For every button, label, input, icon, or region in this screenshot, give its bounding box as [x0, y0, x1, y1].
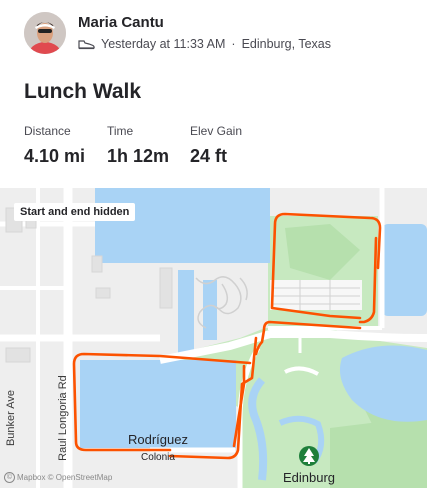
stat-time: Time 1h 12m: [107, 124, 169, 167]
edinburg-marker-icon: [299, 446, 319, 466]
stat-label: Time: [107, 124, 134, 138]
place-label-edinburg: Edinburg: [283, 470, 335, 485]
street-label-bunker: Bunker Ave: [5, 390, 17, 446]
stat-value: 1h 12m: [107, 146, 170, 166]
activity-header: Maria Cantu Yesterday at 11:33 AM · Edin…: [0, 0, 427, 66]
athlete-name[interactable]: Maria Cantu: [78, 14, 164, 31]
shoe-icon: [78, 38, 95, 50]
activity-location: Edinburg, Texas: [241, 37, 331, 51]
street-label-raul-longoria: Raul Longoria Rd: [57, 375, 69, 461]
route-map[interactable]: Bunker Ave Raul Longoria Rd Rodríguez Co…: [0, 188, 427, 488]
start-end-hidden-badge: Start and end hidden: [14, 203, 136, 221]
stat-value: 24 ft: [190, 146, 228, 166]
attribution-text: Mapbox © OpenStreetMap: [17, 473, 113, 482]
stat-label: Distance: [24, 124, 71, 138]
activity-title: Lunch Walk: [24, 80, 142, 103]
stat-distance: Distance 4.10 mi: [24, 124, 85, 167]
avatar-image: [24, 12, 66, 54]
water-area: [382, 224, 427, 316]
stat-value: 4.10 mi: [24, 146, 86, 166]
water-area: [95, 188, 270, 263]
athlete-avatar[interactable]: [24, 12, 66, 54]
map-attribution[interactable]: © Mapbox © OpenStreetMap: [4, 472, 112, 483]
activity-time: Yesterday at 11:33 AM: [101, 37, 226, 51]
place-label-rodriguez: Rodríguez: [128, 432, 188, 447]
place-label-colonia: Colonia: [141, 452, 175, 463]
activity-meta: Yesterday at 11:33 AM · Edinburg, Texas: [78, 37, 331, 51]
stat-elevation: Elev Gain 24 ft: [190, 124, 242, 167]
stat-label: Elev Gain: [190, 124, 243, 138]
meta-separator: ·: [231, 37, 236, 51]
mapbox-logo-icon: ©: [4, 472, 15, 483]
map-canvas: Bunker Ave Raul Longoria Rd Rodríguez Co…: [0, 188, 427, 488]
